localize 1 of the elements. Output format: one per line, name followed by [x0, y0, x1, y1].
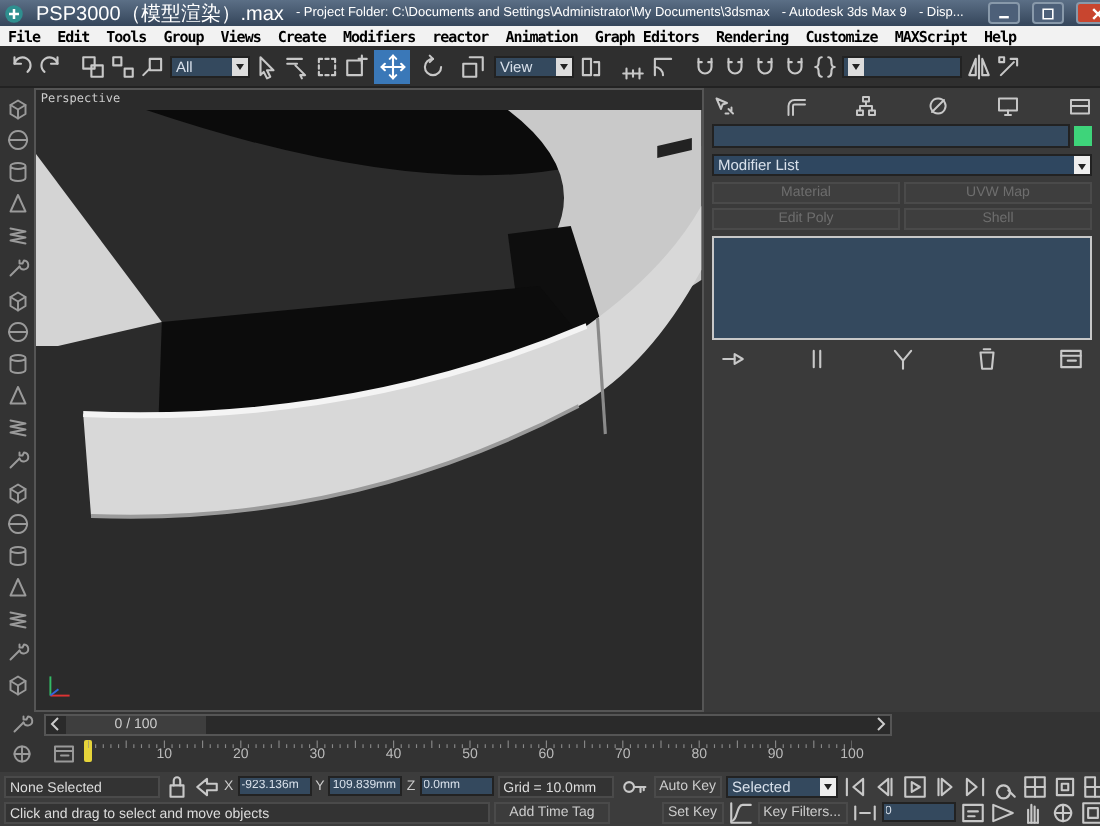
window-title: PSP3000（模型渲染）.max — [36, 1, 284, 26]
